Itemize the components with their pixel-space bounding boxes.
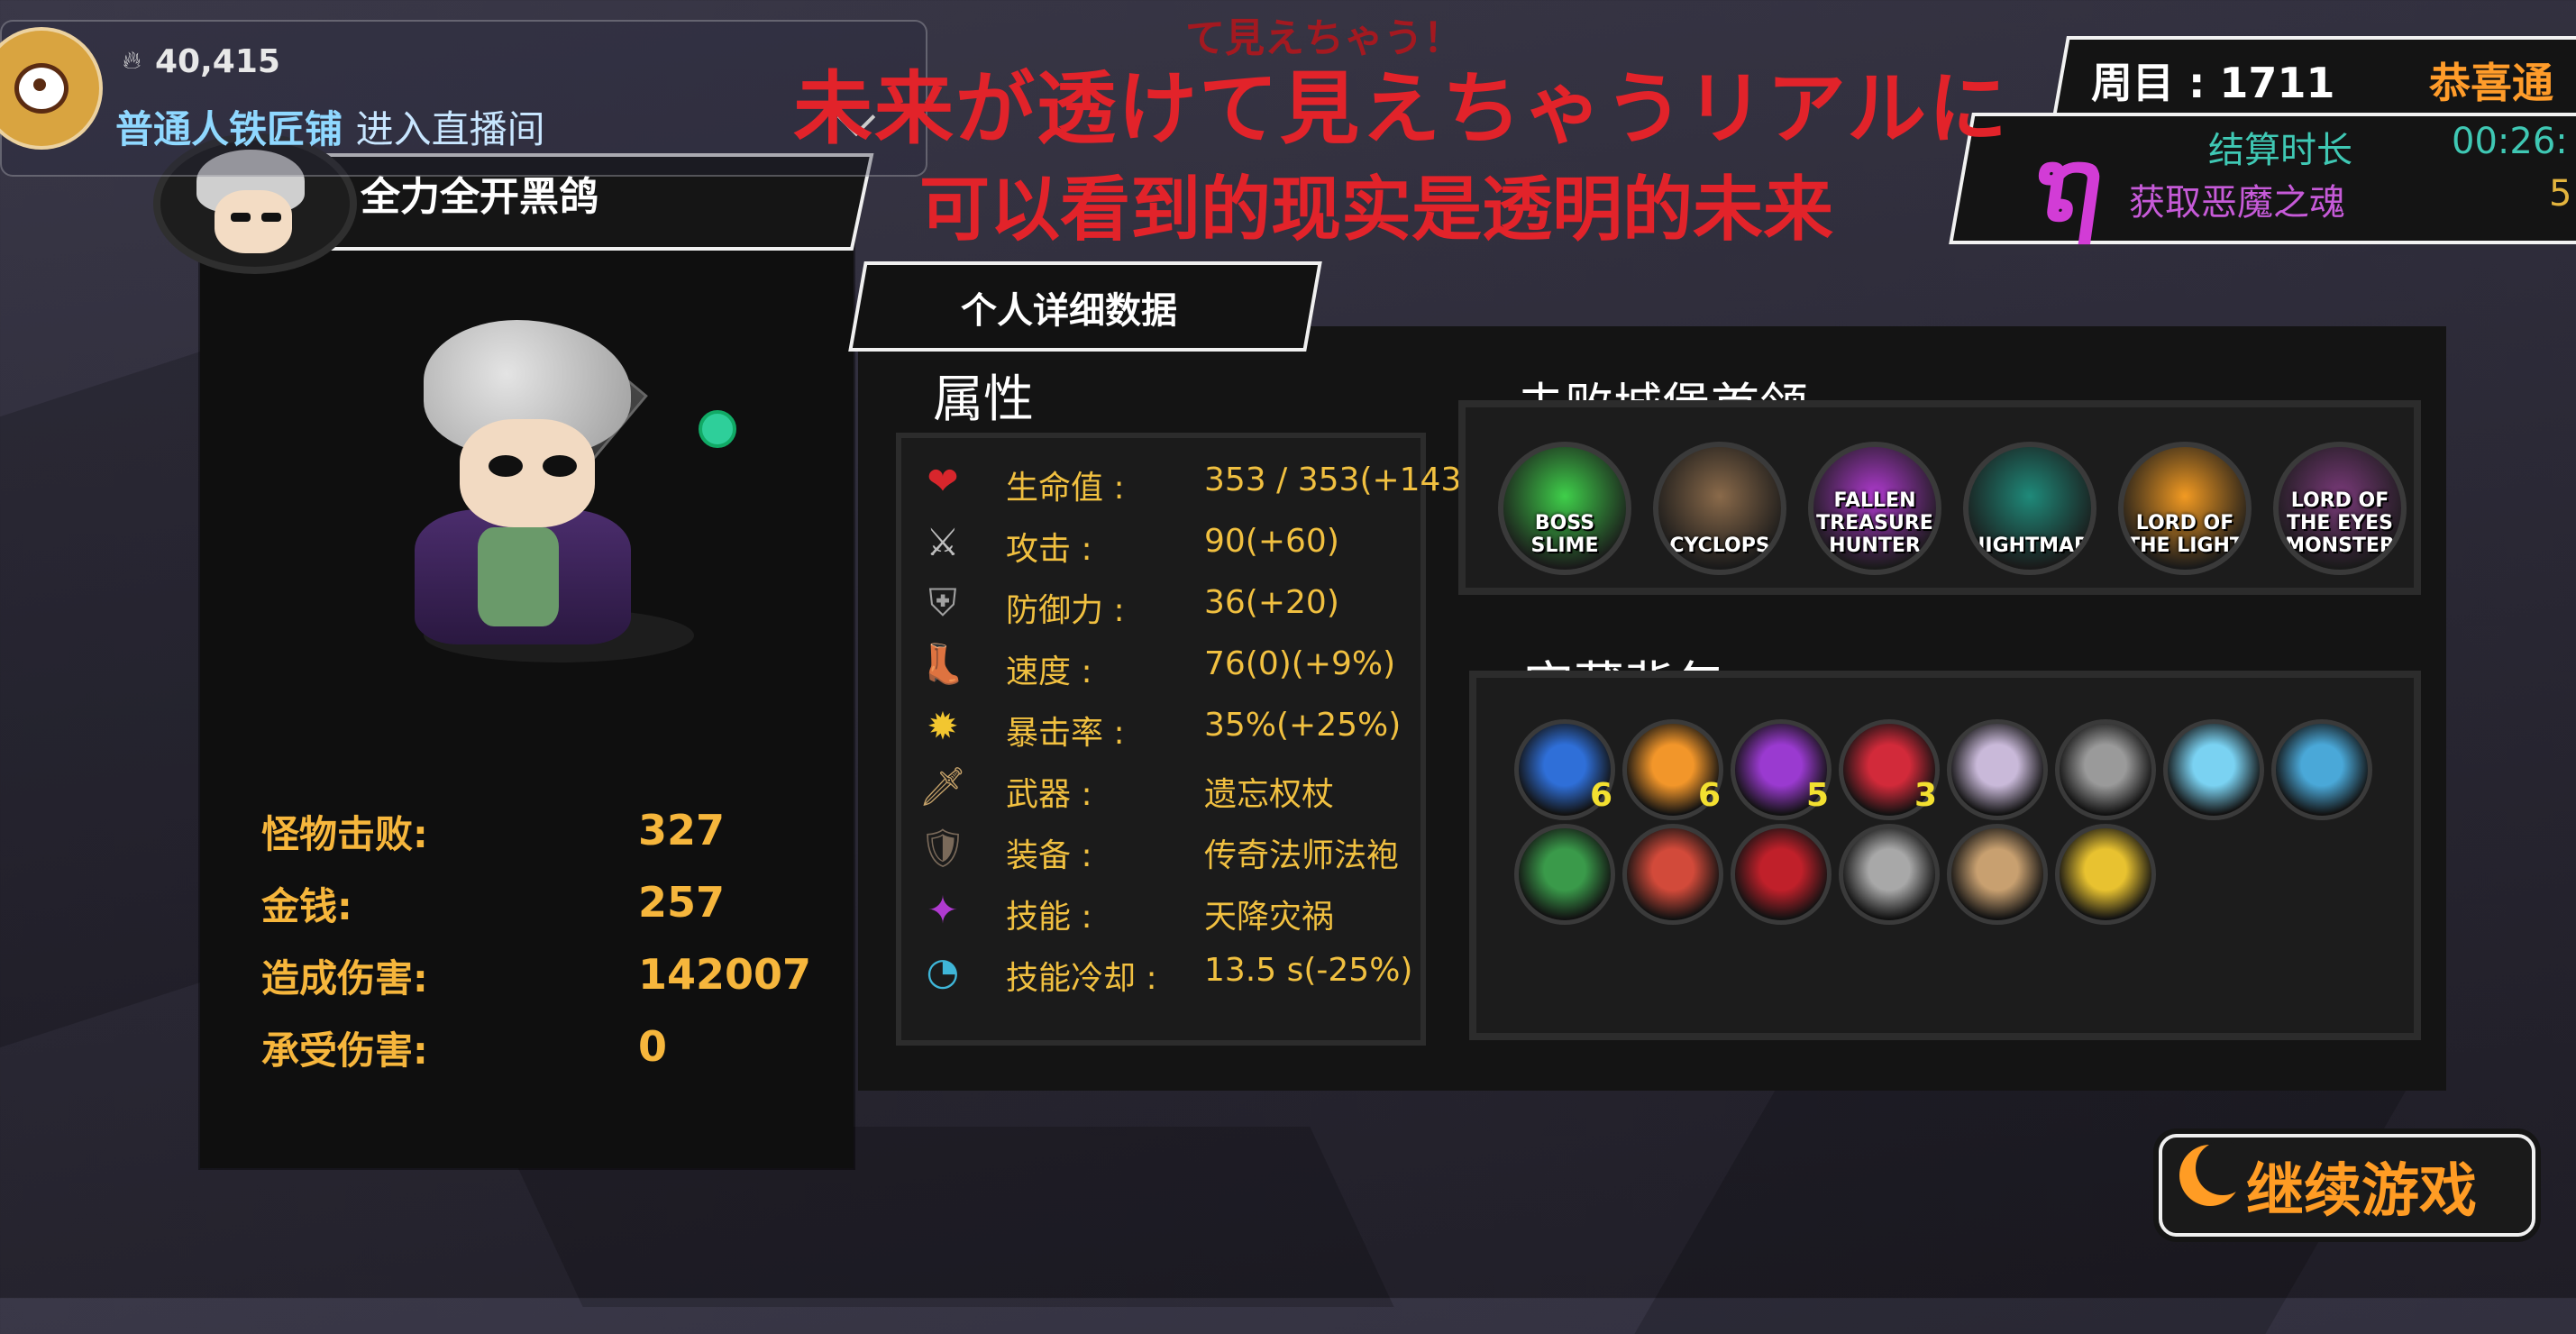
attribute-value: 13.5 s(-25%) <box>1204 952 1413 989</box>
damage-dealt-value: 142007 <box>638 950 812 999</box>
boss-portrait[interactable]: FALLEN TREASURE HUNTER <box>1808 442 1941 575</box>
frost-claw-icon[interactable] <box>2271 719 2372 820</box>
boss-name: LORD OF THE LIGHT <box>2126 512 2243 557</box>
tab-personal-details-label: 个人详细数据 <box>961 290 1177 332</box>
hero-sprite <box>388 311 802 672</box>
avatar-eye <box>231 213 251 222</box>
attribute-value: 90(+60) <box>1204 523 1339 560</box>
sword-icon: ⚔ <box>926 519 960 564</box>
boss-portrait[interactable]: BOSS SLIME <box>1498 442 1631 575</box>
moon-icon <box>2179 1141 2250 1206</box>
attribute-label: 技能 : <box>1006 899 1092 936</box>
live-channel-link[interactable]: 普通人铁匠铺 进入直播间 <box>115 99 545 154</box>
avatar-eye <box>261 213 281 222</box>
attributes-title: 属性 <box>933 370 1034 429</box>
attribute-label: 攻击 : <box>1006 531 1092 568</box>
hero-eye <box>543 455 577 477</box>
cooldown-icon: ◔ <box>926 948 960 993</box>
background-shard <box>0 340 234 1048</box>
attribute-label: 生命值 : <box>1006 470 1125 507</box>
weapon-icon: 🗡 <box>918 764 967 809</box>
attribute-value: 天降灾祸 <box>1204 899 1335 936</box>
item-count: 5 <box>1806 777 1830 814</box>
demon-soul-label: 获取恶魔之魂 <box>2129 182 2345 224</box>
hero-tunic <box>478 527 559 626</box>
boss-name: CYCLOPS <box>1669 535 1770 557</box>
heart-icon: ❤ <box>927 458 959 503</box>
hero-face <box>460 419 595 527</box>
settle-time-label: 结算时长 <box>2208 130 2352 171</box>
attribute-value: 传奇法师法袍 <box>1204 837 1400 874</box>
damage-taken-label: 承受伤害: <box>261 1028 428 1073</box>
gold-value: 257 <box>638 878 726 927</box>
viewer-count: 40,415 <box>155 43 280 80</box>
treasure-panel <box>1469 671 2421 1040</box>
fire-icon: 🔥︎ <box>123 45 142 75</box>
gold-label: 金钱: <box>261 884 352 928</box>
attribute-label: 暴击率 : <box>1006 715 1125 752</box>
shield-icon: ⛨ <box>928 580 957 625</box>
armor-icon: 🛡 <box>918 826 967 870</box>
item-count: 3 <box>1914 777 1938 814</box>
avatar-face <box>215 190 292 253</box>
lantern-icon[interactable] <box>1622 824 1723 925</box>
subtitle-chinese: 可以看到的现实是透明的未来 <box>919 169 1834 251</box>
attribute-label: 速度 : <box>1006 653 1092 690</box>
item-count: 6 <box>1698 777 1722 814</box>
crit-icon: ✹ <box>927 703 959 748</box>
item-count: 6 <box>1590 777 1613 814</box>
attribute-value: 35%(+25%) <box>1204 707 1402 744</box>
blood-blade-icon[interactable] <box>1731 824 1832 925</box>
skill-icon: ✦ <box>927 887 959 932</box>
congrats-text: 恭喜通 <box>2429 59 2553 107</box>
demon-soul-value: 5 <box>2549 173 2572 215</box>
damage-dealt-label: 造成伤害: <box>261 956 428 1000</box>
attribute-label: 武器 : <box>1006 776 1092 813</box>
attribute-value: 36(+20) <box>1204 584 1339 621</box>
attribute-label: 防御力 : <box>1006 592 1125 629</box>
settle-time-value: 00:26: <box>2452 121 2568 162</box>
boss-name: BOSS SLIME <box>1530 512 1599 557</box>
boss-portrait[interactable]: LORD OF THE LIGHT <box>2118 442 2252 575</box>
subtitle-japanese: 未来が透けて見えちゃうリアルに <box>793 62 2010 155</box>
damage-taken-value: 0 <box>638 1022 668 1071</box>
boss-name: NIGHTMARE <box>1969 535 2096 557</box>
attribute-value: 遗忘权杖 <box>1204 776 1335 813</box>
golden-emblem-icon[interactable] <box>2055 824 2156 925</box>
boot-icon: 👢 <box>918 642 967 686</box>
attribute-label: 装备 : <box>1006 837 1092 874</box>
channel-name: 普通人铁匠铺 <box>115 107 343 151</box>
bone-icon[interactable] <box>1947 719 2048 820</box>
gauntlet-icon[interactable] <box>1839 824 1940 925</box>
green-orb-icon[interactable] <box>1514 824 1615 925</box>
attribute-value: 76(0)(+9%) <box>1204 645 1396 682</box>
monsters-defeated-label: 怪物击败: <box>261 812 428 856</box>
monsters-defeated-value: 327 <box>638 806 726 854</box>
round-number: 周目 : 1711 <box>2091 59 2335 107</box>
helmet-icon[interactable] <box>2055 719 2156 820</box>
boss-name: FALLEN TREASURE HUNTER <box>1816 489 1933 557</box>
attribute-label: 技能冷却 : <box>1006 960 1157 997</box>
continue-game-label[interactable]: 继续游戏 <box>2246 1145 2477 1228</box>
enter-live-room-link[interactable]: 进入直播间 <box>356 107 545 151</box>
boss-portrait[interactable]: LORD OF THE EYES MONSTER <box>2273 442 2407 575</box>
ice-shard-icon[interactable] <box>2163 719 2264 820</box>
hero-eye <box>489 455 523 477</box>
boss-portrait[interactable]: CYCLOPS <box>1653 442 1786 575</box>
boss-name: LORD OF THE EYES MONSTER <box>2285 489 2395 557</box>
staff-gem <box>699 410 736 448</box>
boot-icon[interactable] <box>1947 824 2048 925</box>
attribute-value: 353 / 353(+143) <box>1204 461 1475 498</box>
boss-portrait[interactable]: NIGHTMARE <box>1963 442 2096 575</box>
